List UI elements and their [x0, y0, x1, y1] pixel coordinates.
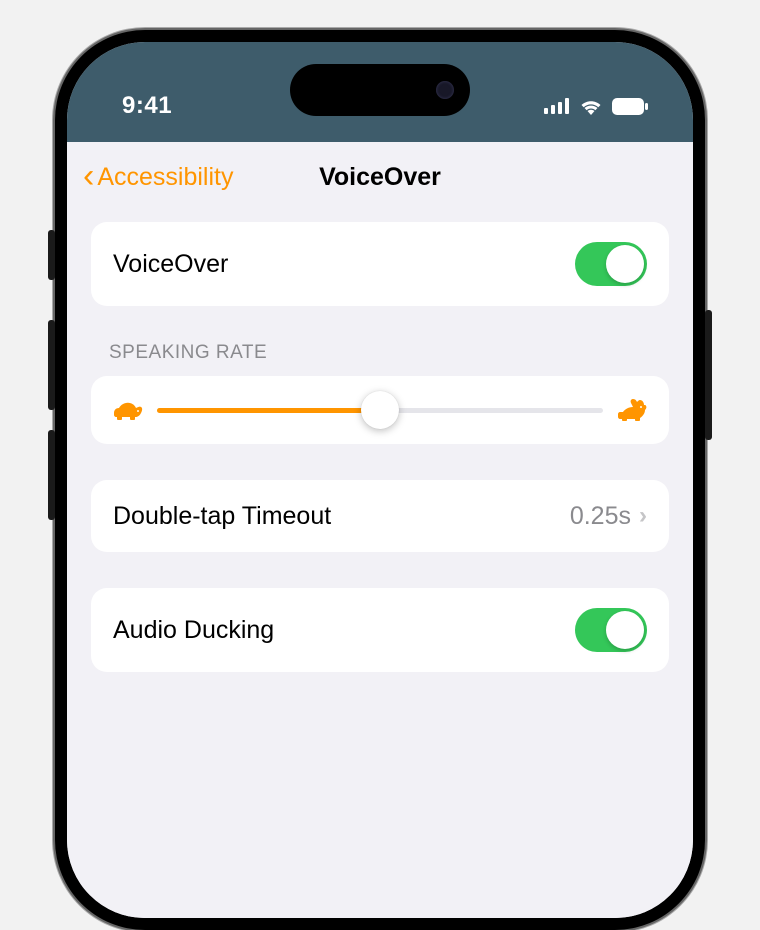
page-title: VoiceOver: [319, 163, 441, 192]
nav-bar: ‹ Accessibility VoiceOver: [67, 142, 693, 212]
voiceover-toggle[interactable]: [575, 242, 647, 286]
slider-thumb[interactable]: [361, 391, 399, 429]
wifi-icon: [579, 98, 603, 115]
phone-body: 9:41: [55, 30, 705, 930]
group-double-tap: Double-tap Timeout 0.25s ›: [91, 480, 669, 552]
row-speaking-rate: [91, 376, 669, 444]
dynamic-island: [290, 64, 470, 116]
settings-list: VoiceOver SPEAKING RATE: [67, 212, 693, 672]
toggle-knob: [606, 611, 644, 649]
row-value: 0.25s: [570, 502, 631, 531]
audio-ducking-toggle[interactable]: [575, 608, 647, 652]
front-camera: [436, 81, 454, 99]
toggle-knob: [606, 245, 644, 283]
row-voiceover[interactable]: VoiceOver: [91, 222, 669, 306]
cellular-icon: [544, 98, 570, 114]
rabbit-icon: [617, 398, 647, 422]
settings-content: ‹ Accessibility VoiceOver VoiceOver: [67, 142, 693, 918]
back-label: Accessibility: [97, 163, 233, 192]
power-button: [705, 310, 712, 440]
speaking-rate-slider[interactable]: [157, 408, 603, 413]
battery-icon: [612, 98, 648, 115]
row-audio-ducking[interactable]: Audio Ducking: [91, 588, 669, 672]
device-frame: 9:41: [0, 0, 760, 800]
status-time: 9:41: [122, 92, 172, 120]
screen: 9:41: [67, 42, 693, 918]
volume-up-button: [48, 320, 55, 410]
group-voiceover-toggle: VoiceOver: [91, 222, 669, 306]
row-label: Audio Ducking: [113, 616, 274, 645]
chevron-right-icon: ›: [639, 502, 647, 530]
group-audio-ducking: Audio Ducking: [91, 588, 669, 672]
back-button[interactable]: ‹ Accessibility: [83, 163, 233, 192]
chevron-left-icon: ‹: [83, 163, 94, 190]
status-icons: [544, 98, 648, 115]
slider-fill: [157, 408, 380, 413]
group-speaking-rate: SPEAKING RATE: [91, 342, 669, 444]
row-label: Double-tap Timeout: [113, 502, 331, 531]
group-header: SPEAKING RATE: [91, 342, 669, 376]
row-double-tap-timeout[interactable]: Double-tap Timeout 0.25s ›: [91, 480, 669, 552]
row-label: VoiceOver: [113, 250, 228, 279]
volume-down-button: [48, 430, 55, 520]
turtle-icon: [113, 399, 143, 421]
silence-switch: [48, 230, 55, 280]
